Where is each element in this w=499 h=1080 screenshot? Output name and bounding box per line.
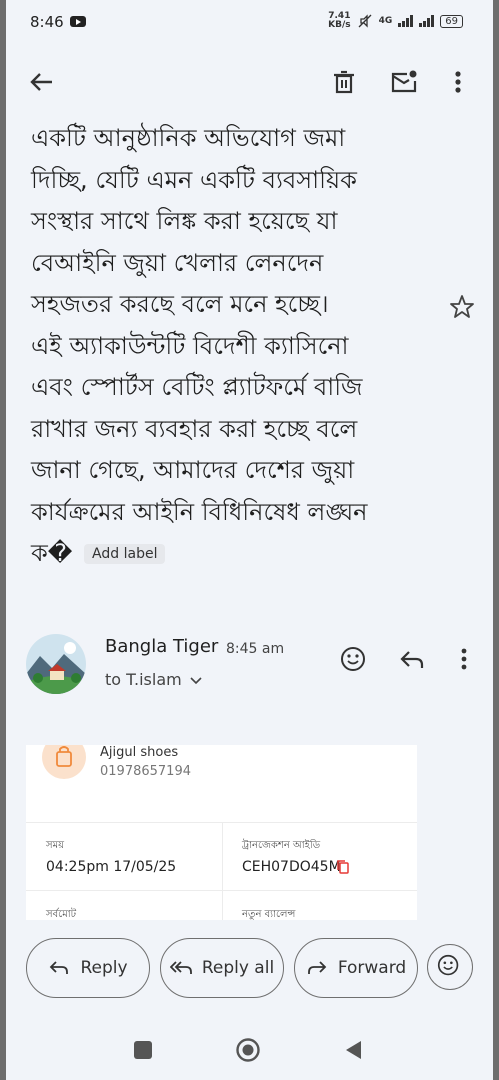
body-line: কার্যক্রমের আইনি বিধিনিষেধ লঙ্ঘন bbox=[31, 497, 368, 526]
reply-all-button[interactable]: Reply all bbox=[160, 938, 284, 998]
divider bbox=[26, 890, 417, 891]
network-type: 4G bbox=[378, 16, 393, 26]
signal-icon-2 bbox=[419, 15, 435, 27]
body-line: সহজতর করছে বলে মনে হচ্ছে। bbox=[31, 290, 329, 318]
body-line: জানা গেছে, আমাদের দেশের জুয়া bbox=[31, 456, 355, 484]
forward-icon bbox=[307, 961, 327, 974]
screen: 8:46 7.41 KB/s 4G 69 একটি আনুষ্ঠানিক অভি… bbox=[6, 0, 493, 1080]
net-speed-unit: KB/s bbox=[328, 20, 351, 30]
total-label: সর্বমোট bbox=[46, 909, 77, 920]
scroll-clip bbox=[6, 110, 493, 122]
shopping-bag-icon bbox=[42, 745, 86, 779]
body-line: দিচ্ছি, যেটি এমন একটি ব্যবসায়িক bbox=[31, 165, 357, 194]
status-bar: 8:46 7.41 KB/s 4G 69 bbox=[6, 0, 493, 44]
battery-icon: 69 bbox=[440, 14, 463, 28]
action-bar: Reply Reply all Forward bbox=[6, 938, 493, 1002]
reply-icon[interactable] bbox=[398, 646, 426, 672]
more-vert-icon[interactable] bbox=[456, 646, 472, 672]
emoji-reaction-icon[interactable] bbox=[340, 646, 366, 672]
emoji-icon bbox=[437, 954, 459, 976]
forward-button[interactable]: Forward bbox=[294, 938, 418, 998]
copy-icon bbox=[337, 860, 349, 874]
sender-name[interactable]: Bangla Tiger bbox=[105, 636, 218, 657]
body-last-line: ক� Add label bbox=[31, 533, 451, 575]
mute-icon bbox=[358, 14, 372, 28]
email-toolbar bbox=[6, 52, 493, 112]
add-label-chip[interactable]: Add label bbox=[84, 544, 166, 564]
message-time: 8:45 am bbox=[226, 641, 285, 657]
arrow-left-icon[interactable] bbox=[28, 68, 56, 96]
recents-icon[interactable] bbox=[134, 1041, 152, 1059]
chevron-down-icon[interactable] bbox=[190, 676, 202, 686]
trash-icon[interactable] bbox=[331, 69, 357, 95]
signal-icon-1 bbox=[398, 15, 414, 27]
mail-unread-icon[interactable] bbox=[390, 68, 418, 96]
body-line: রাখার জন্য ব্যবহার করা হচ্ছে বলে bbox=[31, 414, 358, 443]
reply-button[interactable]: Reply bbox=[26, 938, 150, 998]
body-line: এই অ্যাকাউন্টটি বিদেশী ক্যাসিনো bbox=[31, 331, 349, 360]
forward-label: Forward bbox=[337, 958, 407, 978]
star-icon[interactable] bbox=[449, 294, 475, 320]
body-line: একটি আনুষ্ঠানিক অভিযোগ জমা bbox=[31, 124, 346, 152]
merchant-name: Ajigul shoes bbox=[100, 745, 179, 760]
body-line: এবং স্পোর্টস বেটিং প্ল্যাটফর্মে বাজি bbox=[31, 373, 363, 401]
reply-all-label: Reply all bbox=[201, 958, 275, 978]
reply-icon bbox=[50, 961, 69, 974]
txn-value: CEH07DO45M bbox=[242, 859, 341, 875]
receipt-image: Ajigul shoes 01978657194 সময় 04:25pm 17… bbox=[26, 745, 417, 920]
more-vert-icon[interactable] bbox=[448, 68, 468, 96]
status-time: 8:46 bbox=[30, 13, 64, 31]
avatar[interactable] bbox=[26, 634, 86, 694]
react-button[interactable] bbox=[427, 944, 473, 990]
reply-all-icon bbox=[169, 961, 192, 974]
time-value: 04:25pm 17/05/25 bbox=[46, 859, 177, 875]
system-nav-bar bbox=[6, 1020, 493, 1080]
net-speed: 7.41 KB/s bbox=[328, 12, 350, 30]
body-line: বেআইনি জুয়া খেলার লেনদেন bbox=[31, 248, 324, 277]
status-icons: 7.41 KB/s 4G 69 bbox=[328, 12, 463, 30]
divider bbox=[222, 822, 223, 920]
body-line: ক� bbox=[31, 539, 73, 567]
recipient-summary[interactable]: to T.islam bbox=[105, 670, 182, 689]
reply-label: Reply bbox=[80, 958, 128, 978]
balance-label: নতুন ব্যালেন্স bbox=[242, 909, 296, 920]
home-icon[interactable] bbox=[235, 1037, 261, 1063]
time-label: সময় bbox=[46, 840, 65, 851]
youtube-notification-icon bbox=[70, 16, 86, 27]
back-triangle-icon[interactable] bbox=[343, 1039, 363, 1061]
email-body: একটি আনুষ্ঠানিক অভিযোগ জমা দিচ্ছি, যেটি … bbox=[31, 118, 451, 575]
body-line: সংস্থার সাথে লিঙ্ক করা হয়েছে যা bbox=[31, 207, 338, 235]
merchant-phone: 01978657194 bbox=[100, 764, 191, 779]
txn-label: ট্রানজেকশন আইডি bbox=[242, 840, 321, 851]
